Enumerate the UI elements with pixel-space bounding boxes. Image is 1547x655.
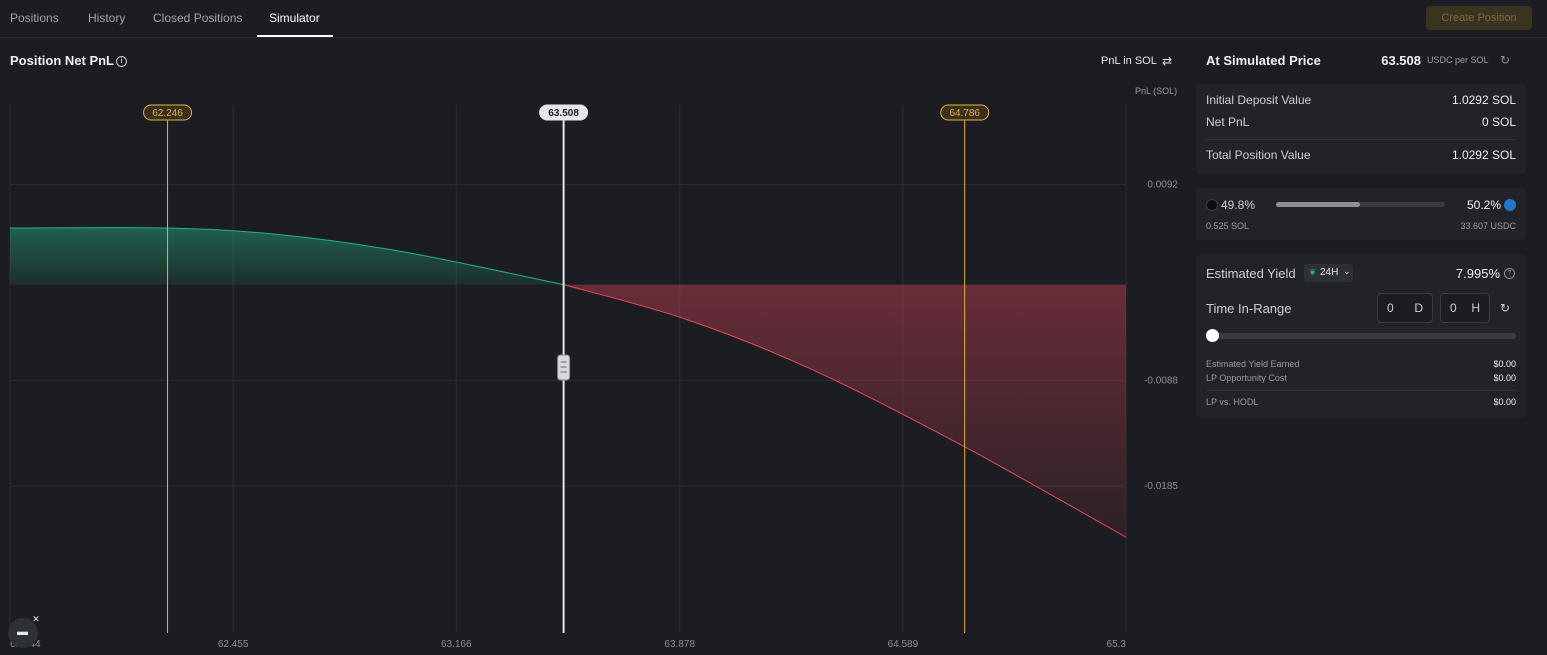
period-select-value: 24H: [1320, 267, 1339, 278]
opportunity-cost-label: LP Opportunity Cost: [1206, 373, 1287, 383]
lp-vs-hodl-value: $0.00: [1493, 397, 1516, 407]
days-input[interactable]: 0 D: [1377, 293, 1433, 323]
divider: [1206, 139, 1516, 140]
hours-input-value: 0: [1450, 301, 1457, 315]
simulated-price-value: 63.508: [1381, 53, 1421, 68]
sol-token-icon: [1206, 199, 1218, 211]
simulated-price-label: At Simulated Price: [1206, 53, 1321, 68]
opportunity-cost-value: $0.00: [1493, 373, 1516, 383]
time-in-range-label: Time In-Range: [1206, 301, 1292, 316]
close-icon[interactable]: ✕: [31, 614, 41, 624]
chat-icon: ▬: [17, 626, 28, 638]
usdc-token-icon: [1504, 199, 1516, 211]
create-position-button[interactable]: Create Position: [1426, 6, 1532, 30]
time-slider-thumb[interactable]: [1206, 329, 1219, 342]
x-tick-label: 63.878: [664, 639, 695, 650]
period-select[interactable]: ❦ 24H ⌄: [1304, 264, 1353, 282]
days-unit: D: [1414, 301, 1423, 315]
yield-earned-value: $0.00: [1493, 359, 1516, 369]
sol-allocation-percent: 49.8%: [1221, 198, 1256, 212]
allocation-bar: [1276, 202, 1445, 207]
yield-earned-label: Estimated Yield Earned: [1206, 359, 1300, 369]
estimated-yield-value: 7.995%: [1455, 266, 1500, 281]
sol-amount: 0.525 SOL: [1206, 221, 1250, 231]
net-pnl-value: 0 SOL: [1481, 115, 1516, 129]
help-icon[interactable]: ?: [1504, 268, 1515, 279]
allocation-panel: [1196, 188, 1526, 240]
current-price-label: 63.508: [548, 108, 579, 119]
x-tick-label: 64.589: [888, 639, 919, 650]
reset-time-icon[interactable]: ↻: [1500, 301, 1510, 315]
divider: [1206, 390, 1516, 391]
pnl-chart: 62.24664.78663.50861.74462.45563.16663.8…: [9, 104, 1178, 650]
usdc-allocation-percent: 50.2%: [1466, 198, 1501, 212]
time-slider-track[interactable]: [1206, 333, 1516, 339]
initial-deposit-label: Initial Deposit Value: [1206, 93, 1312, 107]
lp-vs-hodl-label: LP vs. HODL: [1206, 397, 1259, 407]
reset-price-icon[interactable]: ↻: [1500, 53, 1510, 67]
profit-area: [10, 227, 564, 285]
allocation-bar-fill: [1276, 202, 1361, 207]
price-unit-label: USDC per SOL: [1427, 55, 1489, 65]
usdc-amount: 33.607 USDC: [1460, 221, 1516, 231]
y-tick-label: -0.0185: [1144, 481, 1178, 492]
leaf-icon: ❦: [1309, 267, 1317, 277]
x-tick-label: 62.455: [218, 639, 249, 650]
total-position-label: Total Position Value: [1206, 148, 1311, 162]
hours-unit: H: [1471, 301, 1480, 315]
lower-bound-label: 62.246: [152, 108, 183, 119]
x-tick-label: 63.166: [441, 639, 472, 650]
upper-bound-label: 64.786: [949, 108, 980, 119]
net-pnl-label: Net PnL: [1206, 115, 1250, 129]
total-position-value: 1.0292 SOL: [1451, 148, 1516, 162]
estimated-yield-label: Estimated Yield: [1206, 266, 1296, 281]
y-tick-label: 0.0092: [1147, 179, 1178, 190]
chevron-down-icon: ⌄: [1343, 266, 1351, 276]
x-tick-label: 65.3: [1107, 639, 1127, 650]
initial-deposit-value: 1.0292 SOL: [1451, 93, 1516, 107]
loss-area: [563, 284, 1126, 538]
hours-input[interactable]: 0 H: [1440, 293, 1490, 323]
days-input-value: 0: [1387, 301, 1394, 315]
y-tick-label: -0.0088: [1144, 375, 1178, 386]
